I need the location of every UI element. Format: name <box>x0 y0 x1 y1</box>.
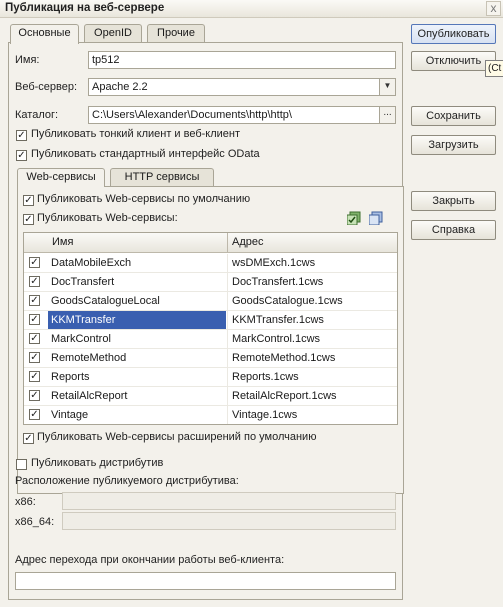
x86-64-input[interactable] <box>62 512 396 530</box>
row-address: GoodsCatalogue.1cws <box>232 295 343 307</box>
column-separator <box>227 292 228 311</box>
x86-64-label: x86_64: <box>15 516 55 528</box>
row-name: GoodsCatalogueLocal <box>51 295 160 307</box>
uncheck-all-icon[interactable] <box>368 211 383 226</box>
table-row[interactable]: ✓ RemoteMethod RemoteMethod.1cws <box>24 349 397 368</box>
row-name: KKMTransfer <box>48 311 226 329</box>
column-separator <box>227 368 228 387</box>
column-separator <box>227 254 228 273</box>
row-checkbox[interactable]: ✓ <box>29 276 40 287</box>
x86-label: x86: <box>15 496 36 508</box>
row-checkbox[interactable]: ✓ <box>29 409 40 420</box>
help-button[interactable]: Справка <box>411 220 496 240</box>
publish-extensions-checkbox[interactable]: ✓ <box>23 433 34 444</box>
column-separator <box>227 330 228 349</box>
x86-input[interactable] <box>62 492 396 510</box>
column-address-header[interactable]: Адрес <box>232 236 264 248</box>
title-bar: Публикация на веб-сервере x <box>0 0 503 18</box>
table-row[interactable]: ✓ Reports Reports.1cws <box>24 368 397 387</box>
browse-button[interactable]: ... <box>379 107 395 123</box>
tab-other[interactable]: Прочие <box>147 24 205 43</box>
publish-distrib-label: Публиковать дистрибутив <box>31 457 164 469</box>
row-address: RetailAlcReport.1cws <box>232 390 337 402</box>
redirect-input[interactable] <box>15 572 396 590</box>
row-name: RetailAlcReport <box>51 390 128 402</box>
close-icon[interactable]: x <box>486 1 501 16</box>
tab-openid[interactable]: OpenID <box>84 24 142 43</box>
tab-web-services[interactable]: Web-сервисы <box>17 168 105 187</box>
row-address: KKMTransfer.1cws <box>232 314 324 326</box>
unpublish-button[interactable]: Отключить <box>411 51 496 71</box>
row-checkbox[interactable]: ✓ <box>29 390 40 401</box>
table-row[interactable]: ✓ Vintage Vintage.1cws <box>24 406 397 424</box>
table-row[interactable]: ✓ MarkControl MarkControl.1cws <box>24 330 397 349</box>
tooltip: (Ct <box>485 60 503 77</box>
row-name: DocTransfert <box>51 276 115 288</box>
services-table: Имя Адрес ✓ DataMobileExch wsDMExch.1cws… <box>23 232 398 425</box>
table-row[interactable]: ✓ DocTransfert DocTransfert.1cws <box>24 273 397 292</box>
row-name: MarkControl <box>51 333 111 345</box>
column-separator <box>227 387 228 406</box>
table-row[interactable]: ✓ RetailAlcReport RetailAlcReport.1cws <box>24 387 397 406</box>
webserver-value: Apache 2.2 <box>92 81 148 93</box>
row-checkbox[interactable]: ✓ <box>29 371 40 382</box>
chevron-down-icon[interactable]: ▼ <box>379 79 395 95</box>
row-name: RemoteMethod <box>51 352 127 364</box>
row-name: Reports <box>51 371 90 383</box>
row-checkbox[interactable]: ✓ <box>29 352 40 363</box>
row-checkbox[interactable]: ✓ <box>29 333 40 344</box>
table-header: Имя Адрес <box>24 233 397 253</box>
publish-thin-client-checkbox[interactable]: ✓ <box>16 130 27 141</box>
table-row[interactable]: ✓ DataMobileExch wsDMExch.1cws <box>24 254 397 273</box>
row-address: DocTransfert.1cws <box>232 276 324 288</box>
tab-main[interactable]: Основные <box>10 24 79 44</box>
load-button[interactable]: Загрузить <box>411 135 496 155</box>
publish-ws-label: Публиковать Web-сервисы: <box>37 212 178 224</box>
publish-odata-label: Публиковать стандартный интерфейс OData <box>31 148 260 160</box>
check-all-icon[interactable] <box>346 211 361 226</box>
row-address: MarkControl.1cws <box>232 333 321 345</box>
publish-ws-checkbox[interactable]: ✓ <box>23 214 34 225</box>
catalog-value: C:\Users\Alexander\Documents\http\http\ <box>92 109 292 121</box>
column-separator <box>227 311 228 330</box>
close-button[interactable]: Закрыть <box>411 191 496 211</box>
row-checkbox[interactable]: ✓ <box>29 314 40 325</box>
publish-default-ws-checkbox[interactable]: ✓ <box>23 195 34 206</box>
row-name: Vintage <box>51 409 89 421</box>
window-title: Публикация на веб-сервере <box>5 2 165 14</box>
row-name: DataMobileExch <box>51 257 132 269</box>
table-row-selected[interactable]: ✓ KKMTransfer KKMTransfer.1cws <box>24 311 397 330</box>
publish-default-ws-label: Публиковать Web-сервисы по умолчанию <box>37 193 251 205</box>
save-button[interactable]: Сохранить <box>411 106 496 126</box>
redirect-label: Адрес перехода при окончании работы веб-… <box>15 554 285 566</box>
main-panel: Имя: tp512 Веб-сервер: Apache 2.2 ▼ Ката… <box>8 42 404 600</box>
row-checkbox[interactable]: ✓ <box>29 295 40 306</box>
column-separator <box>227 349 228 368</box>
publish-button[interactable]: Опубликовать <box>411 24 496 44</box>
row-address: Reports.1cws <box>232 371 299 383</box>
webserver-label: Веб-сервер: <box>15 81 78 93</box>
publish-extensions-label: Публиковать Web-сервисы расширений по ум… <box>37 431 317 443</box>
webserver-select[interactable]: Apache 2.2 ▼ <box>88 78 396 96</box>
column-separator <box>227 406 228 424</box>
catalog-input[interactable]: C:\Users\Alexander\Documents\http\http\ … <box>88 106 396 124</box>
publish-odata-checkbox[interactable]: ✓ <box>16 150 27 161</box>
table-row[interactable]: ✓ GoodsCatalogueLocal GoodsCatalogue.1cw… <box>24 292 397 311</box>
name-input[interactable]: tp512 <box>88 51 396 69</box>
row-address: RemoteMethod.1cws <box>232 352 336 364</box>
catalog-label: Каталог: <box>15 109 59 121</box>
distrib-location-label: Расположение публикуемого дистрибутива: <box>15 475 239 487</box>
tab-http-services[interactable]: HTTP сервисы <box>110 168 214 186</box>
row-address: Vintage.1cws <box>232 409 298 421</box>
column-separator <box>227 273 228 292</box>
publish-thin-client-label: Публиковать тонкий клиент и веб-клиент <box>31 128 241 140</box>
name-label: Имя: <box>15 54 40 66</box>
row-checkbox[interactable]: ✓ <box>29 257 40 268</box>
row-address: wsDMExch.1cws <box>232 257 316 269</box>
column-separator <box>227 233 228 253</box>
publish-distrib-checkbox[interactable] <box>16 459 27 470</box>
column-name-header[interactable]: Имя <box>52 236 73 248</box>
